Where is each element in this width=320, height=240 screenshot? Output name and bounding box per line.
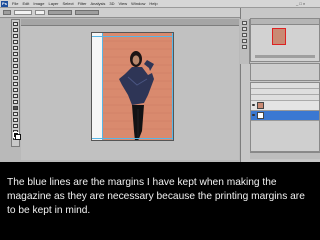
margin-guide-left[interactable] [102,33,103,140]
layer-thumbnail [257,112,264,119]
menu-edit[interactable]: Edit [20,0,31,7]
adjustments-panel [250,63,320,81]
gradient-tool-icon[interactable] [13,88,18,92]
photoshop-logo: Ps [1,0,8,7]
layers-panel-footer-buttons[interactable] [250,152,320,159]
pen-tool-icon[interactable] [13,106,18,110]
history-panel-icon[interactable] [242,21,247,25]
move-tool-icon[interactable] [13,22,18,26]
menu-window[interactable]: Window [129,0,147,7]
layer-row-selected[interactable] [251,111,319,121]
menu-file[interactable]: File [10,0,20,7]
align-buttons[interactable] [48,10,72,15]
window-controls[interactable]: _ □ × [296,1,305,6]
dodge-tool-icon[interactable] [13,100,18,104]
menu-layer[interactable]: Layer [46,0,60,7]
document-window [21,26,239,160]
lasso-tool-icon[interactable] [13,34,18,38]
collapsed-panel-icons [240,19,250,64]
blur-tool-icon[interactable] [13,94,18,98]
menu-select[interactable]: Select [61,0,76,7]
photoshop-screenshot: Ps File Edit Image Layer Select Filter A… [0,0,320,162]
eye-icon[interactable] [252,104,255,106]
shape-tool-icon[interactable] [13,124,18,128]
menu-3d[interactable]: 3D [107,0,116,7]
eraser-tool-icon[interactable] [13,82,18,86]
tools-panel [11,19,21,147]
marquee-tool-icon[interactable] [13,28,18,32]
path-select-tool-icon[interactable] [13,118,18,122]
eyedropper-tool-icon[interactable] [13,52,18,56]
auto-select-dropdown[interactable] [14,10,32,15]
photo-woman-against-brick-wall [92,33,173,140]
menu-bar: Ps File Edit Image Layer Select Filter A… [0,0,320,8]
menu-filter[interactable]: Filter [76,0,89,7]
navigator-panel [250,18,320,62]
margin-guide-top[interactable] [92,36,173,37]
layer-row-photo[interactable] [251,101,319,111]
clone-stamp-tool-icon[interactable] [13,70,18,74]
document-tab-bar[interactable] [21,19,239,26]
type-tool-icon[interactable] [13,112,18,116]
crop-tool-icon[interactable] [13,46,18,50]
menu-view[interactable]: View [117,0,130,7]
actions-panel-icon[interactable] [242,27,247,31]
menu-image[interactable]: Image [31,0,46,7]
history-brush-tool-icon[interactable] [13,76,18,80]
brushes-panel-icon[interactable] [242,45,247,49]
canvas[interactable] [91,32,174,141]
layers-panel [250,82,320,152]
quick-select-tool-icon[interactable] [13,40,18,44]
brush-tool-icon[interactable] [13,64,18,68]
healing-tool-icon[interactable] [13,58,18,62]
margin-guide-bottom[interactable] [92,138,173,139]
slide-caption: The blue lines are the margins I have ke… [7,177,305,217]
character-panel-icon[interactable] [242,33,247,37]
blank-page-strip [92,33,102,140]
paragraph-panel-icon[interactable] [242,39,247,43]
layer-thumbnail [257,102,264,109]
tool-preset-picker[interactable] [3,10,11,15]
navigator-thumbnail[interactable] [272,28,286,45]
transform-controls-toggle[interactable] [35,10,45,15]
menu-help[interactable]: Help [147,0,159,7]
distribute-buttons[interactable] [75,10,99,15]
eye-icon[interactable] [252,114,255,116]
margin-guide-right[interactable] [172,33,173,140]
navigator-tabs[interactable] [251,19,319,25]
menu-analysis[interactable]: Analysis [89,0,108,7]
navigator-zoom-slider[interactable] [255,55,315,58]
